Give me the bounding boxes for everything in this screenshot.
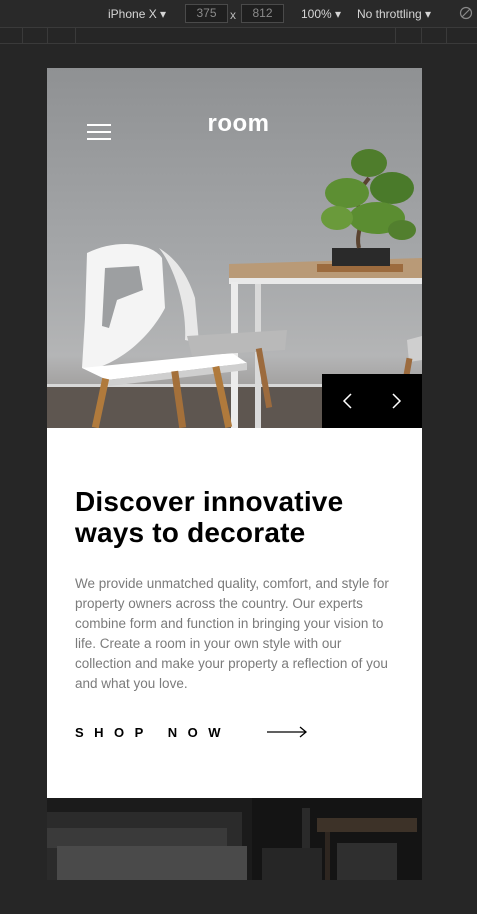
shop-now-label: SHOP NOW xyxy=(75,724,231,740)
dimension-separator: x xyxy=(230,8,236,22)
headline-line-1: Discover innovative xyxy=(75,486,344,517)
long-arrow-right-icon xyxy=(267,726,308,738)
shop-now-link[interactable]: SHOP NOW xyxy=(75,722,315,742)
device-name: iPhone X xyxy=(108,7,157,21)
slider-controls xyxy=(322,374,422,428)
site-logo[interactable]: room xyxy=(47,110,422,138)
device-select[interactable]: iPhone X ▾ xyxy=(108,7,166,21)
device-viewport: room Discover innovative ways to decorat… xyxy=(47,68,422,880)
devtools-device-toolbar: iPhone X ▾ 375 x 812 100% ▾ No throttlin… xyxy=(0,0,477,28)
slider-next-button[interactable] xyxy=(372,374,422,428)
media-query-ruler xyxy=(0,28,477,44)
page-headline: Discover innovative ways to decorate xyxy=(75,486,395,548)
throttling-select[interactable]: No throttling ▾ xyxy=(357,7,431,21)
zoom-select[interactable]: 100% ▾ xyxy=(301,7,341,21)
angle-right-icon xyxy=(392,393,402,409)
hero-image: room xyxy=(47,68,422,428)
slider-prev-button[interactable] xyxy=(322,374,372,428)
zoom-value: 100% xyxy=(301,7,332,21)
rotate-icon[interactable] xyxy=(459,6,473,20)
hero-content: Discover innovative ways to decorate We … xyxy=(75,486,395,740)
height-input[interactable]: 812 xyxy=(241,4,284,23)
hero-description: We provide unmatched quality, comfort, a… xyxy=(75,576,389,691)
dark-bedroom-illustration xyxy=(47,798,422,880)
throttling-value: No throttling xyxy=(357,7,422,21)
headline-line-2: ways to decorate xyxy=(75,517,306,548)
angle-left-icon xyxy=(342,393,352,409)
about-image-dark xyxy=(47,798,422,880)
width-input[interactable]: 375 xyxy=(185,4,228,23)
